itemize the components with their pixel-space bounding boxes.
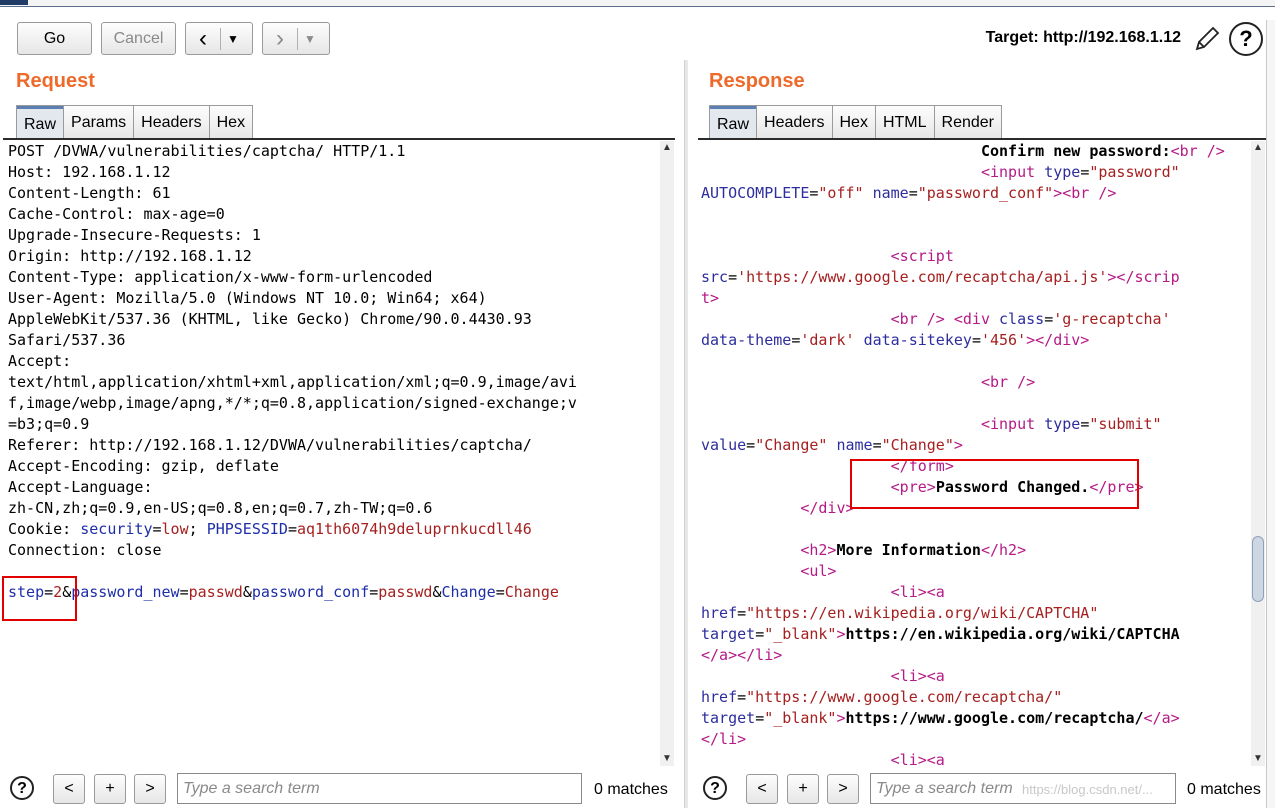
help-icon[interactable]: ? — [1229, 22, 1263, 56]
request-tab-headers[interactable]: Headers — [133, 105, 210, 139]
request-line: Host: 192.168.1.12 — [8, 163, 171, 181]
request-tabs: Raw Params Headers Hex — [16, 105, 254, 139]
response-search-options-button[interactable]: + — [787, 774, 819, 804]
request-line: AppleWebKit/537.36 (KHTML, like Gecko) C… — [8, 310, 532, 328]
response-tab-html[interactable]: HTML — [874, 105, 935, 139]
request-search-next-button[interactable]: > — [134, 774, 166, 804]
request-help-icon[interactable]: ? — [10, 776, 34, 800]
response-tabs: Raw Headers Hex HTML Render — [709, 105, 1002, 139]
request-line: Accept-Language: — [8, 478, 153, 496]
request-line: zh-CN,zh;q=0.9,en-US;q=0.8,en;q=0.7,zh-T… — [8, 499, 433, 517]
password-changed-highlight — [850, 459, 1139, 509]
scroll-down-icon[interactable]: ▼ — [660, 752, 674, 766]
response-tab-underline — [698, 138, 1266, 140]
request-matches-count: 0 matches — [594, 781, 668, 798]
back-dropdown-icon[interactable]: ▼ — [221, 32, 245, 46]
request-line: Accept: — [8, 352, 72, 370]
edit-target-pencil-icon[interactable] — [1192, 24, 1222, 54]
request-line: Referer: http://192.168.1.12/DVWA/vulner… — [8, 436, 532, 454]
request-tab-raw[interactable]: Raw — [16, 105, 65, 139]
step-param-highlight — [2, 576, 77, 621]
back-arrow-icon: ‹ — [199, 24, 207, 52]
scroll-up-icon[interactable]: ▲ — [660, 141, 674, 155]
right-panel-edge — [1266, 20, 1275, 808]
response-tab-hex[interactable]: Hex — [831, 105, 876, 139]
request-tab-params[interactable]: Params — [63, 105, 135, 139]
panel-splitter[interactable] — [684, 60, 688, 808]
request-body-line: step=2&password_new=passwd&password_conf… — [8, 583, 559, 601]
request-line: f,image/webp,image/apng,*/*;q=0.8,applic… — [8, 394, 577, 412]
window-top-strip — [0, 0, 1275, 7]
forward-arrow-icon: › — [276, 24, 284, 52]
response-matches-count: 0 matches — [1187, 781, 1261, 798]
request-search-options-button[interactable]: + — [94, 774, 126, 804]
request-line: =b3;q=0.9 — [8, 415, 90, 433]
response-help-icon[interactable]: ? — [703, 776, 727, 800]
scroll-up-icon[interactable]: ▲ — [1251, 141, 1265, 155]
response-title: Response — [709, 70, 805, 92]
request-search-prev-button[interactable]: < — [53, 774, 85, 804]
request-line: Upgrade-Insecure-Requests: 1 — [8, 226, 261, 244]
request-line: User-Agent: Mozilla/5.0 (Windows NT 10.0… — [8, 289, 487, 307]
target-label: Target: http://192.168.1.12 — [985, 29, 1181, 46]
watermark: https://blog.csdn.net/... — [1022, 782, 1153, 797]
active-tab-marker — [0, 0, 28, 5]
request-tab-underline — [3, 138, 675, 140]
request-line: Safari/537.36 — [8, 331, 126, 349]
request-line: Content-Length: 61 — [8, 184, 171, 202]
request-tab-hex[interactable]: Hex — [208, 105, 254, 139]
request-scrollbar[interactable]: ▲ ▼ — [660, 141, 674, 766]
forward-dropdown-icon[interactable]: ▼ — [298, 32, 322, 46]
response-editor[interactable]: Confirm new password:<br /> <input type=… — [701, 141, 1249, 766]
request-line: POST /DVWA/vulnerabilities/captcha/ HTTP… — [8, 142, 406, 160]
forward-button[interactable]: › ▼ — [262, 22, 330, 55]
response-tab-headers[interactable]: Headers — [756, 105, 833, 139]
request-title: Request — [16, 70, 95, 92]
request-line: Content-Type: application/x-www-form-url… — [8, 268, 433, 286]
response-tab-raw[interactable]: Raw — [709, 105, 758, 139]
request-line: text/html,application/xhtml+xml,applicat… — [8, 373, 577, 391]
request-line: Origin: http://192.168.1.12 — [8, 247, 252, 265]
request-line: Cache-Control: max-age=0 — [8, 205, 225, 223]
request-line: Connection: close — [8, 541, 162, 559]
cookie-line: Cookie: security=low; PHPSESSID=aq1th607… — [8, 520, 532, 538]
go-button[interactable]: Go — [17, 22, 92, 55]
response-search-prev-button[interactable]: < — [746, 774, 778, 804]
cancel-button[interactable]: Cancel — [101, 22, 176, 55]
back-button[interactable]: ‹ ▼ — [185, 22, 253, 55]
scroll-down-icon[interactable]: ▼ — [1251, 752, 1265, 766]
response-search-next-button[interactable]: > — [827, 774, 859, 804]
request-editor[interactable]: POST /DVWA/vulnerabilities/captcha/ HTTP… — [8, 141, 658, 766]
request-line: Accept-Encoding: gzip, deflate — [8, 457, 279, 475]
request-search-input[interactable] — [177, 773, 582, 804]
response-scrollbar[interactable]: ▲ ▼ — [1251, 141, 1265, 766]
response-tab-render[interactable]: Render — [933, 105, 1002, 139]
scroll-thumb[interactable] — [1252, 536, 1264, 602]
